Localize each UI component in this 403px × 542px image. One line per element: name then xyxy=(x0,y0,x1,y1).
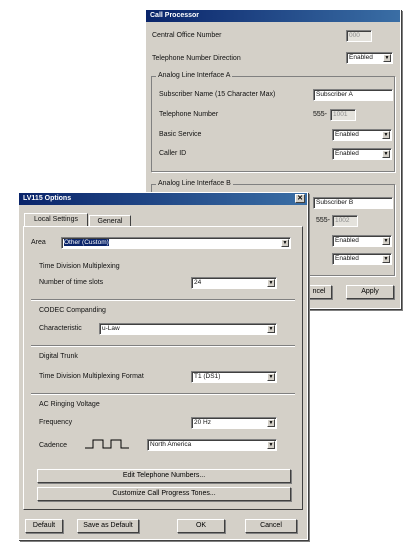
subscriber-b-input[interactable]: Subscriber B xyxy=(313,197,393,209)
options-titlebar[interactable]: LV115 Options ✕ xyxy=(19,193,307,205)
tdm-slots-value: 24 xyxy=(194,279,202,286)
save-as-default-button[interactable]: Save as Default xyxy=(77,519,139,533)
chevron-down-icon[interactable]: ▼ xyxy=(382,150,390,158)
cadence-label: Cadence xyxy=(39,442,68,449)
divider xyxy=(31,345,295,347)
tdm-slots-label: Number of time slots xyxy=(39,279,104,286)
default-button[interactable]: Default xyxy=(25,519,63,533)
tdm-format-value: T1 (DS1) xyxy=(194,373,221,380)
chevron-down-icon[interactable]: ▼ xyxy=(281,239,289,247)
edit-telephone-numbers-button[interactable]: Edit Telephone Numbers... xyxy=(37,469,291,483)
area-label: Area xyxy=(31,239,46,246)
codec-select[interactable]: u-Law ▼ xyxy=(99,323,277,335)
options-title: LV115 Options xyxy=(23,195,72,202)
basic-service-a-select[interactable]: Enabled ▼ xyxy=(332,129,392,141)
co-number-label: Central Office Number xyxy=(152,32,222,39)
cancel-options-button[interactable]: Cancel xyxy=(245,519,297,533)
tdm-format-label: Time Division Multiplexing Format xyxy=(39,373,144,380)
digital-trunk-heading: Digital Trunk xyxy=(39,353,78,360)
tel-direction-select[interactable]: Enabled ▼ xyxy=(346,52,393,64)
chevron-down-icon[interactable]: ▼ xyxy=(267,419,275,427)
chevron-down-icon[interactable]: ▼ xyxy=(382,237,390,245)
chevron-down-icon[interactable]: ▼ xyxy=(267,279,275,287)
apply-button[interactable]: Apply xyxy=(346,285,394,299)
telnum-b-field[interactable]: 1002 xyxy=(332,215,358,227)
co-number-field[interactable]: 000 xyxy=(346,30,372,42)
cadence-waveform-icon xyxy=(85,439,129,449)
caller-id-a-select[interactable]: Enabled ▼ xyxy=(332,148,392,160)
tel-direction-label: Telephone Number Direction xyxy=(152,55,241,62)
close-icon[interactable]: ✕ xyxy=(295,194,305,203)
area-select[interactable]: Other (Custom) ▼ xyxy=(61,237,291,249)
frequency-label: Frequency xyxy=(39,419,73,426)
cadence-value: North America xyxy=(150,441,192,448)
chevron-down-icon[interactable]: ▼ xyxy=(382,131,390,139)
call-processor-titlebar[interactable]: Call Processor xyxy=(146,10,400,22)
tdm-slots-select[interactable]: 24 ▼ xyxy=(191,277,277,289)
codec-value: u-Law xyxy=(102,325,120,332)
codec-heading: CODEC Companding xyxy=(39,307,106,314)
divider xyxy=(31,393,295,395)
telnum-a-field[interactable]: 1001 xyxy=(330,109,356,121)
basic-service-a-value: Enabled xyxy=(335,131,359,138)
basic-service-b-value: Enabled xyxy=(335,237,359,244)
chevron-down-icon[interactable]: ▼ xyxy=(267,441,275,449)
chevron-down-icon[interactable]: ▼ xyxy=(382,255,390,263)
subscriber-a-label: Subscriber Name (15 Character Max) xyxy=(159,91,276,98)
caller-id-a-label: Caller ID xyxy=(159,150,187,157)
codec-label: Characteristic xyxy=(39,325,82,332)
basic-service-b-select[interactable]: Enabled ▼ xyxy=(332,235,392,247)
basic-service-a-label: Basic Service xyxy=(159,131,202,138)
subscriber-a-input[interactable]: Subscriber A xyxy=(313,89,393,101)
chevron-down-icon[interactable]: ▼ xyxy=(267,325,275,333)
cancel-button[interactable]: ncel xyxy=(306,285,332,299)
caller-id-a-value: Enabled xyxy=(335,150,359,157)
telnum-b-prefix: 555- xyxy=(316,217,331,224)
telnum-a-label: Telephone Number xyxy=(159,111,219,118)
telnum-a-prefix: 555- xyxy=(313,111,328,118)
caller-id-b-value: Enabled xyxy=(335,255,359,262)
tel-direction-value: Enabled xyxy=(349,54,373,61)
divider xyxy=(31,299,295,301)
tdm-heading: Time Division Multiplexing xyxy=(39,263,120,270)
frequency-select[interactable]: 20 Hz ▼ xyxy=(191,417,277,429)
caller-id-b-select[interactable]: Enabled ▼ xyxy=(332,253,392,265)
analog-line-b-label: Analog Line Interface B xyxy=(156,180,233,187)
frequency-value: 20 Hz xyxy=(194,419,211,426)
chevron-down-icon[interactable]: ▼ xyxy=(383,54,391,62)
analog-line-a-label: Analog Line Interface A xyxy=(156,72,233,79)
tab-local-settings[interactable]: Local Settings xyxy=(24,213,88,226)
customize-call-progress-tones-button[interactable]: Customize Call Progress Tones... xyxy=(37,487,291,501)
chevron-down-icon[interactable]: ▼ xyxy=(267,373,275,381)
call-processor-title: Call Processor xyxy=(150,12,200,19)
tdm-format-select[interactable]: T1 (DS1) ▼ xyxy=(191,371,277,383)
ac-ringing-heading: AC Ringing Voltage xyxy=(39,401,100,408)
ok-button[interactable]: OK xyxy=(177,519,225,533)
options-window: LV115 Options ✕ Local Settings General A… xyxy=(18,192,308,540)
area-value: Other (Custom) xyxy=(64,239,109,246)
tab-general[interactable]: General xyxy=(89,215,131,226)
cadence-select[interactable]: North America ▼ xyxy=(147,439,277,451)
